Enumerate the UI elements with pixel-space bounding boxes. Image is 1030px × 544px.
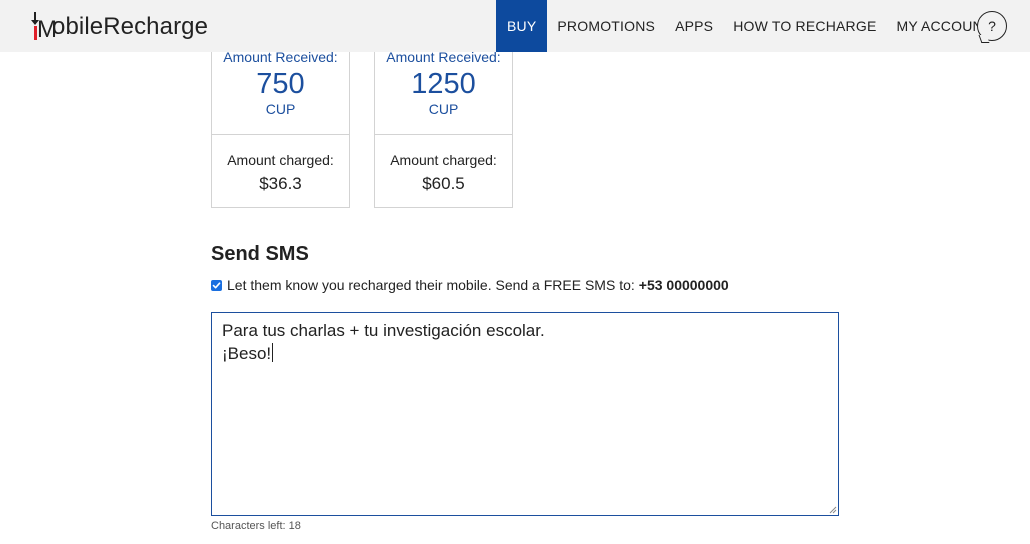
send-sms-checkbox[interactable] [211,279,222,291]
amount-charged-section: Amount charged: $60.5 [375,135,512,197]
sms-message-line-1: Para tus charlas + tu investigación esco… [222,321,545,340]
nav-buy[interactable]: BUY [496,0,548,52]
amount-charged-value: $60.5 [422,174,465,193]
sms-message-line-2: ¡Beso! [222,343,274,363]
send-sms-title: Send SMS [211,243,309,265]
help-icon[interactable]: ? [977,11,1007,41]
mobilerecharge-logo[interactable]: M obileRecharge [31,10,209,42]
characters-left-label: Characters left: [211,520,286,532]
sms-message-textarea[interactable]: Para tus charlas + tu investigación esco… [211,312,839,516]
amount-charged-section: Amount charged: $36.3 [212,135,349,197]
sms-checkbox-label: Let them know you recharged their mobile… [227,277,635,293]
amount-received-unit: CUP [428,101,459,117]
characters-left-value: 18 [288,520,301,532]
nav-how-to-recharge[interactable]: HOW TO RECHARGE [723,0,886,52]
characters-left: Characters left: 18 [211,520,301,532]
nav-promotions[interactable]: PROMOTIONS [547,0,665,52]
amount-received-value: 1250 [411,68,476,100]
amount-received-value: 750 [256,68,305,100]
amount-charged-label: Amount charged: [227,152,334,168]
amount-received-unit: CUP [265,101,296,117]
logo-text: obileRecharge [52,13,209,40]
top-header: M obileRecharge BUY PROMOTIONS APPS HOW … [0,0,1030,52]
nav-apps[interactable]: APPS [665,0,723,52]
amount-charged-label: Amount charged: [390,152,497,168]
sms-phone-number: +53 00000000 [638,277,729,293]
sms-checkbox-row: Let them know you recharged their mobile… [211,277,729,293]
main-nav: BUY PROMOTIONS APPS HOW TO RECHARGE MY A… [496,0,1002,52]
text-caret [272,343,274,362]
resize-grip-icon[interactable] [829,506,837,514]
amount-charged-value: $36.3 [259,174,302,193]
logo-mark-icon: M [31,12,57,42]
checkmark-icon [212,281,221,288]
